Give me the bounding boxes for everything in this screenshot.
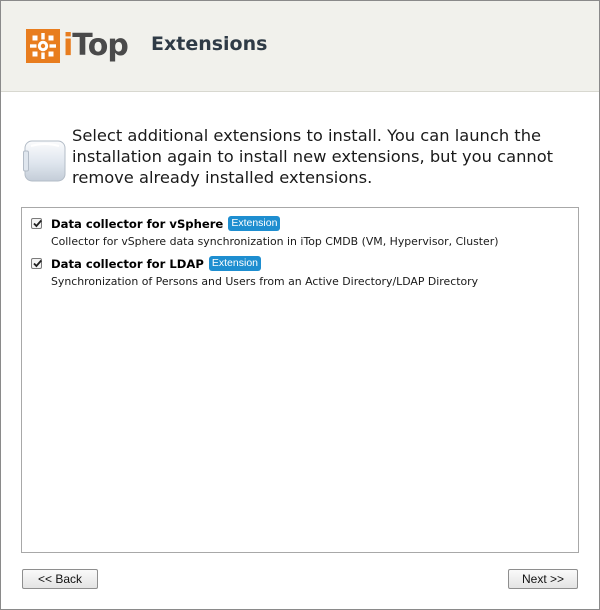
extension-checkbox[interactable] [31, 258, 42, 269]
back-button[interactable]: << Back [22, 569, 98, 589]
itop-logo-icon [26, 29, 60, 63]
extension-title-row: Data collector for vSphere Extension [51, 216, 281, 231]
extension-box-icon [23, 137, 67, 183]
extension-name: Data collector for vSphere [51, 216, 224, 231]
extension-checkbox[interactable] [31, 218, 42, 229]
next-button[interactable]: Next >> [508, 569, 578, 589]
intro-section: Select additional extensions to install.… [23, 125, 583, 195]
extensions-list: Data collector for vSphere Extension Col… [21, 207, 579, 553]
itop-logo: iTop [26, 27, 129, 65]
logo-word-top: Top [72, 28, 129, 63]
extension-badge: Extension [228, 216, 281, 231]
intro-text: Select additional extensions to install.… [72, 126, 554, 187]
extension-badge: Extension [208, 256, 262, 271]
extension-description: Collector for vSphere data synchronizati… [51, 235, 499, 248]
extension-name: Data collector for LDAP [51, 256, 204, 271]
logo-letter-i: i [63, 28, 73, 63]
header: iTop Extensions [1, 1, 599, 92]
extension-title-row: Data collector for LDAP Extension [51, 256, 262, 271]
page-title: Extensions [151, 33, 268, 55]
check-icon [33, 259, 42, 268]
check-icon [33, 219, 42, 228]
itop-logo-wordmark: iTop [63, 28, 129, 63]
setup-wizard-window: iTop Extensions Select additional extens… [0, 0, 600, 610]
extension-description: Synchronization of Persons and Users fro… [51, 275, 479, 288]
